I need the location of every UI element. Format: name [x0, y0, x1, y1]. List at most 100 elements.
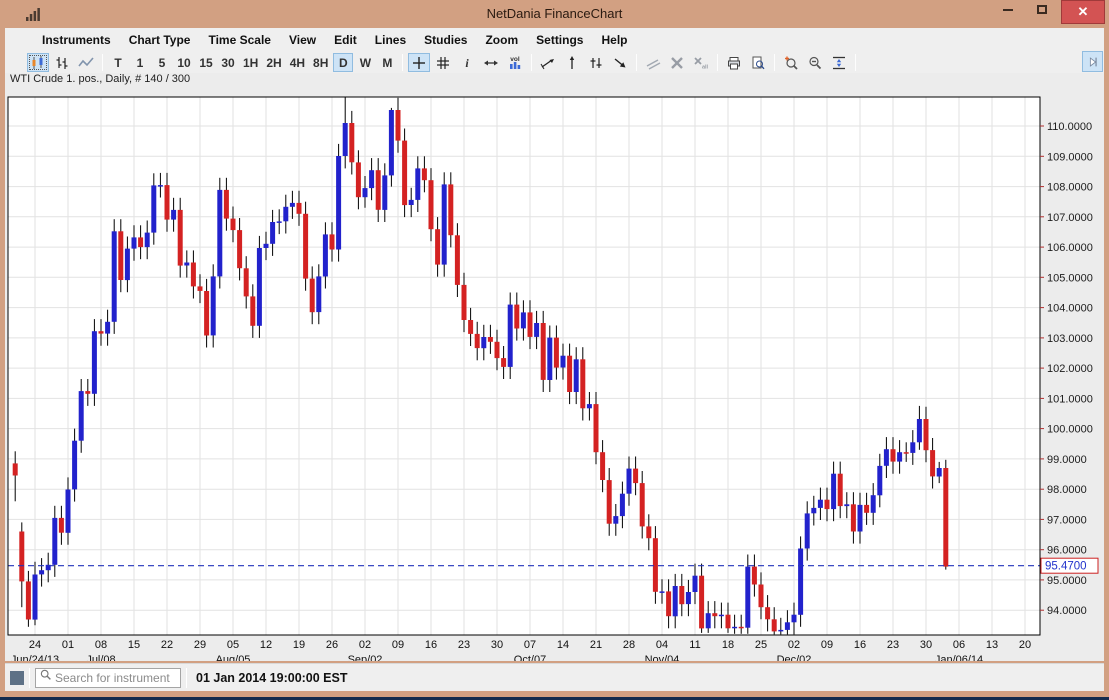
search-icon	[39, 668, 53, 687]
interval-button-5[interactable]: 5	[152, 53, 172, 72]
zoom-out-button[interactable]	[804, 53, 826, 72]
toolbar-separator	[531, 54, 532, 71]
svg-text:95.4700: 95.4700	[1045, 561, 1087, 573]
candle	[257, 236, 262, 338]
interval-button-8h[interactable]: 8H	[310, 53, 331, 72]
svg-text:22: 22	[161, 639, 173, 651]
zoom-in-button[interactable]	[780, 53, 802, 72]
interval-button-m[interactable]: M	[377, 53, 397, 72]
arrow-tool-button[interactable]	[609, 53, 631, 72]
search-input[interactable]	[53, 670, 173, 686]
menu-item-settings[interactable]: Settings	[527, 30, 592, 50]
svg-text:16: 16	[425, 639, 437, 651]
trendline-button[interactable]	[537, 53, 559, 72]
svg-text:28: 28	[623, 639, 635, 651]
menu-item-view[interactable]: View	[280, 30, 325, 50]
svg-text:Jul/08: Jul/08	[86, 654, 115, 661]
channel-tool-button[interactable]	[585, 53, 607, 72]
svg-text:107.0000: 107.0000	[1047, 212, 1093, 224]
ohlc-bars-button[interactable]	[51, 53, 73, 72]
interval-button-4h[interactable]: 4H	[287, 53, 308, 72]
svg-text:24: 24	[29, 639, 41, 651]
instrument-label: WTI Crude 1. pos., Daily, # 140 / 300	[10, 73, 190, 85]
svg-text:20: 20	[1019, 639, 1031, 651]
statusbar-separator	[29, 668, 30, 688]
volume-button[interactable]: vol	[504, 53, 526, 72]
svg-text:25: 25	[755, 639, 767, 651]
candle	[389, 108, 394, 187]
menu-item-help[interactable]: Help	[592, 30, 636, 50]
info-button[interactable]: i	[456, 53, 478, 72]
candle	[943, 460, 948, 570]
menu-item-studies[interactable]: Studies	[415, 30, 476, 50]
svg-text:30: 30	[920, 639, 932, 651]
candlestick-chart-button[interactable]	[27, 53, 49, 72]
app-window: NetDania FinanceChart ✕ InstrumentsChart…	[0, 0, 1109, 700]
instrument-search-box[interactable]	[35, 668, 181, 688]
svg-text:i: i	[466, 56, 470, 70]
candle	[112, 219, 117, 334]
interval-button-w[interactable]: W	[355, 53, 375, 72]
svg-text:09: 09	[392, 639, 404, 651]
interval-button-10[interactable]: 10	[174, 53, 194, 72]
svg-text:103.0000: 103.0000	[1047, 333, 1093, 345]
candle	[541, 311, 546, 392]
menu-item-instruments[interactable]: Instruments	[33, 30, 120, 50]
close-button[interactable]: ✕	[1061, 0, 1105, 24]
svg-text:07: 07	[524, 639, 536, 651]
interval-button-1h[interactable]: 1H	[240, 53, 261, 72]
fit-vertical-button[interactable]	[828, 53, 850, 72]
price-chart[interactable]: 94.000095.000096.000097.000098.000099.00…	[5, 85, 1104, 661]
toolbar-separator	[402, 54, 403, 71]
interval-button-1[interactable]: 1	[130, 53, 150, 72]
line-chart-button[interactable]	[75, 53, 97, 72]
pin-panel-button[interactable]	[1082, 51, 1103, 72]
svg-text:100.0000: 100.0000	[1047, 424, 1093, 436]
interval-button-30[interactable]: 30	[218, 53, 238, 72]
svg-text:Dec/02: Dec/02	[777, 654, 812, 661]
vertical-line-tool-button[interactable]	[561, 53, 583, 72]
interval-button-15[interactable]: 15	[196, 53, 216, 72]
crosshair-button[interactable]	[408, 53, 430, 72]
svg-text:all: all	[702, 64, 709, 70]
print-button[interactable]	[723, 53, 745, 72]
minimize-button[interactable]	[993, 0, 1023, 22]
menu-item-chart-type[interactable]: Chart Type	[120, 30, 200, 50]
svg-text:23: 23	[458, 639, 470, 651]
candle	[92, 319, 97, 406]
delete-line-button[interactable]	[666, 53, 688, 72]
horizontal-expand-button[interactable]	[480, 53, 502, 72]
chart-region: WTI Crude 1. pos., Daily, # 140 / 300 94…	[5, 73, 1104, 661]
menu-item-time-scale[interactable]: Time Scale	[199, 30, 279, 50]
svg-text:02: 02	[359, 639, 371, 651]
interval-button-2h[interactable]: 2H	[263, 53, 284, 72]
svg-text:97.0000: 97.0000	[1047, 514, 1087, 526]
grid-button[interactable]	[432, 53, 454, 72]
candle	[442, 172, 447, 276]
window-title: NetDania FinanceChart	[0, 6, 1109, 21]
menu-bar: InstrumentsChart TypeTime ScaleViewEditL…	[5, 28, 1104, 52]
date-axis: 2401081522290512192602091623300714212804…	[11, 639, 1031, 661]
menu-item-zoom[interactable]: Zoom	[476, 30, 527, 50]
parallel-lines-button[interactable]	[642, 53, 664, 72]
svg-text:95.0000: 95.0000	[1047, 575, 1087, 587]
print-preview-button[interactable]	[747, 53, 769, 72]
svg-text:Jan/06/14: Jan/06/14	[935, 654, 983, 661]
statusbar-separator	[186, 668, 187, 688]
maximize-button[interactable]	[1027, 0, 1057, 22]
svg-text:14: 14	[557, 639, 569, 651]
delete-all-lines-button[interactable]: all	[690, 53, 712, 72]
price-axis: 94.000095.000096.000097.000098.000099.00…	[1040, 121, 1093, 617]
svg-text:101.0000: 101.0000	[1047, 393, 1093, 405]
title-bar: NetDania FinanceChart ✕	[0, 0, 1109, 28]
svg-text:110.0000: 110.0000	[1047, 121, 1092, 133]
interval-button-t[interactable]: T	[108, 53, 128, 72]
svg-text:06: 06	[953, 639, 965, 651]
interval-button-d[interactable]: D	[333, 53, 353, 72]
menu-item-lines[interactable]: Lines	[366, 30, 415, 50]
svg-text:30: 30	[491, 639, 503, 651]
svg-text:Jun/24/13: Jun/24/13	[11, 654, 59, 661]
svg-text:21: 21	[590, 639, 602, 651]
menu-item-edit[interactable]: Edit	[325, 30, 366, 50]
svg-text:01: 01	[62, 639, 74, 651]
